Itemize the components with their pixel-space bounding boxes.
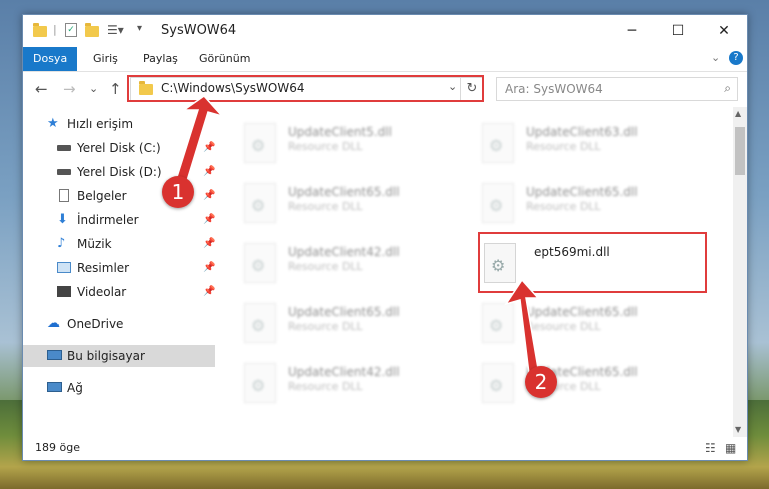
step-badge-1: 1 (162, 176, 194, 208)
annotation-arrows (175, 95, 541, 383)
arrow-1 (175, 95, 225, 185)
step-badge-2: 2 (525, 366, 557, 398)
